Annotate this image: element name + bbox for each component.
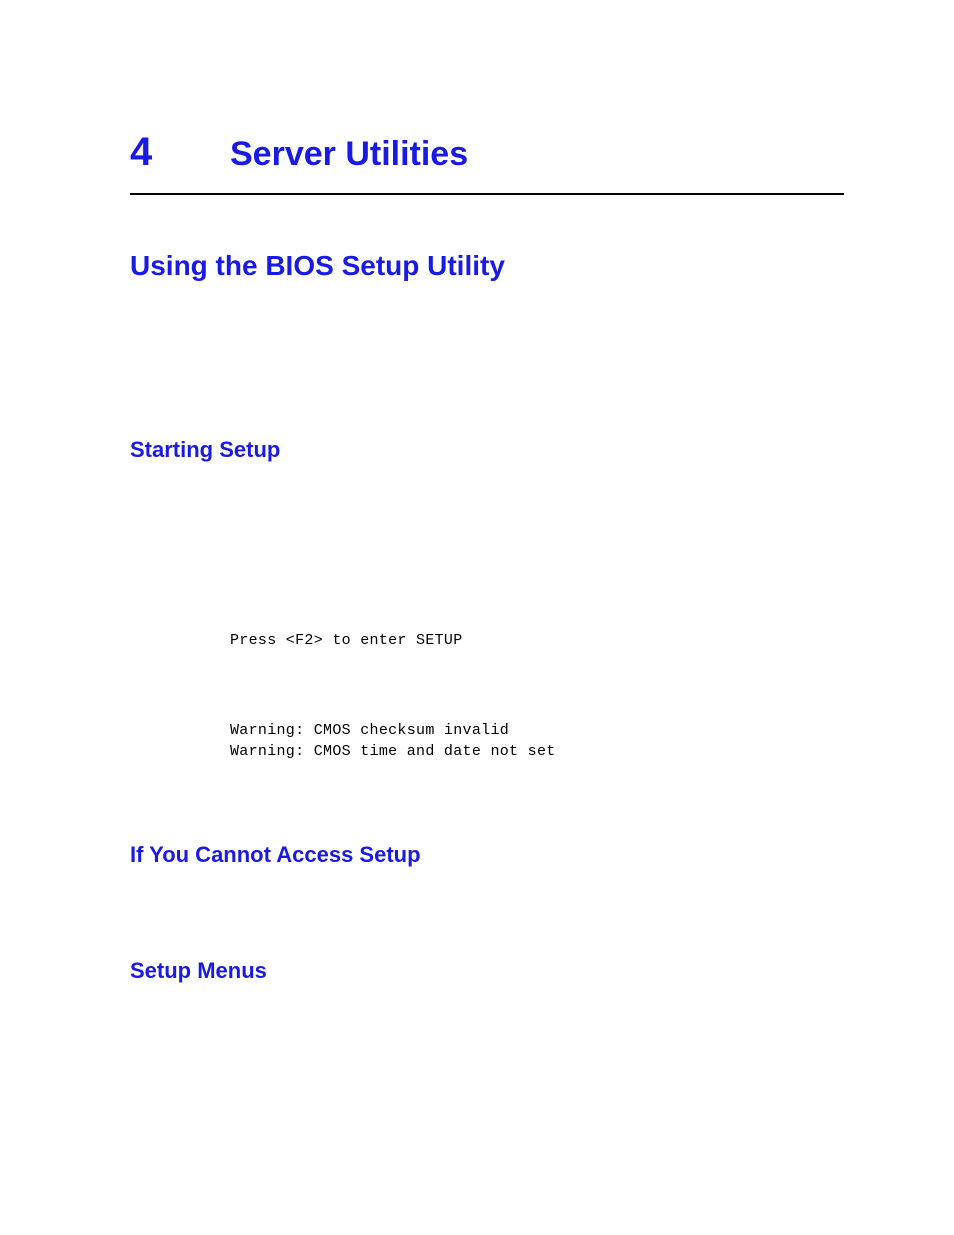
subsection-setup-menus: Setup Menus [130, 958, 844, 984]
spacer [130, 762, 844, 842]
code-line-warning-time: Warning: CMOS time and date not set [230, 742, 844, 762]
chapter-number: 4 [130, 130, 230, 175]
subsection-cannot-access: If You Cannot Access Setup [130, 842, 844, 868]
document-page: 4 Server Utilities Using the BIOS Setup … [0, 0, 954, 984]
code-line-warning-checksum: Warning: CMOS checksum invalid [230, 721, 844, 741]
spacer [130, 483, 844, 631]
chapter-title: Server Utilities [230, 135, 468, 174]
subsection-starting-setup: Starting Setup [130, 437, 844, 463]
chapter-header: 4 Server Utilities [130, 130, 844, 195]
spacer [130, 651, 844, 721]
spacer [130, 888, 844, 958]
section-heading: Using the BIOS Setup Utility [130, 250, 844, 282]
code-line-press-f2: Press <F2> to enter SETUP [230, 631, 844, 651]
